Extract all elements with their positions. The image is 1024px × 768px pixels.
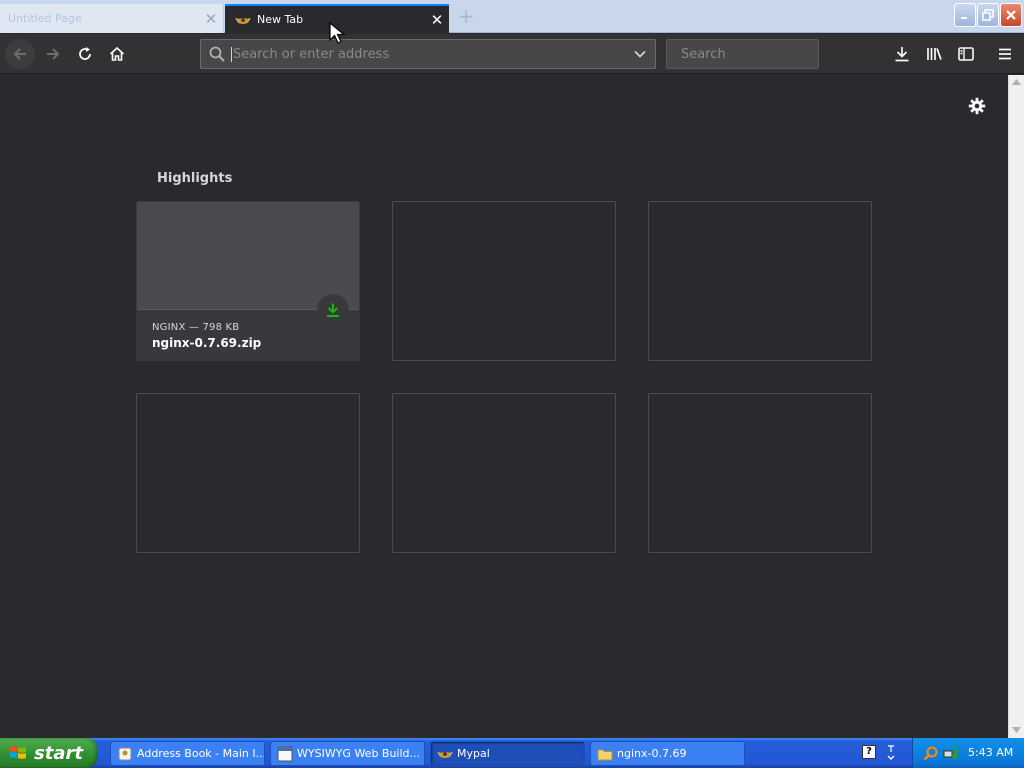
download-badge — [317, 294, 349, 326]
chevron-down-icon[interactable] — [886, 744, 896, 762]
taskbar-item-label: Address Book - Main I... — [137, 747, 265, 760]
text-cursor — [231, 46, 232, 62]
tab-untitled-page[interactable]: Untitled Page ✕ — [0, 4, 224, 33]
chevron-down-icon[interactable] — [633, 47, 647, 61]
section-title: Highlights — [157, 171, 233, 186]
scroll-up-icon[interactable] — [1012, 79, 1021, 85]
search-input[interactable] — [681, 46, 851, 62]
network-icon[interactable] — [943, 745, 959, 761]
highlight-card[interactable]: NGINX — 798 KB nginx-0.7.69.zip — [136, 201, 360, 361]
close-icon[interactable]: ✕ — [199, 7, 223, 31]
customize-button[interactable] — [966, 95, 988, 117]
scroll-down-icon[interactable] — [1012, 727, 1021, 733]
address-bar[interactable] — [200, 39, 656, 69]
card-thumbnail — [137, 202, 359, 310]
minimize-button[interactable] — [954, 3, 976, 27]
mypal-icon — [235, 12, 251, 28]
taskbar-item-label: Mypal — [457, 747, 490, 760]
new-tab-button[interactable]: + — [455, 6, 477, 28]
reload-icon — [79, 47, 91, 60]
magnifier-icon[interactable] — [923, 745, 939, 761]
mouse-cursor-icon — [329, 22, 346, 44]
taskbar: start Address Book - Main I... WYSIWYG W… — [0, 738, 1024, 768]
back-button[interactable] — [5, 39, 35, 69]
menu-icon — [999, 48, 1011, 60]
start-button[interactable]: start — [0, 738, 98, 768]
navigation-toolbar — [0, 34, 1024, 74]
windows-logo-icon — [10, 746, 26, 759]
close-icon — [1006, 10, 1016, 20]
taskbar-item-wysiwyg[interactable]: WYSIWYG Web Build... — [270, 741, 425, 766]
address-input[interactable] — [233, 46, 633, 62]
sidebar-icon — [958, 47, 974, 61]
empty-highlight-slot — [392, 393, 616, 553]
vertical-scrollbar[interactable] — [1008, 75, 1024, 738]
taskbar-item-label: WYSIWYG Web Build... — [297, 747, 421, 760]
library-button[interactable] — [923, 43, 945, 65]
empty-highlight-slot — [136, 393, 360, 553]
tab-label: Untitled Page — [8, 12, 82, 25]
search-bar[interactable] — [666, 39, 851, 69]
download-icon — [895, 47, 909, 62]
start-label: start — [34, 742, 83, 764]
close-window-button[interactable] — [1000, 3, 1022, 27]
downloads-button[interactable] — [891, 43, 913, 65]
close-icon[interactable]: ✕ — [425, 8, 449, 32]
restore-button[interactable] — [977, 3, 999, 27]
system-tray: 5:43 AM — [912, 738, 1024, 768]
forward-button[interactable] — [38, 39, 68, 69]
empty-highlight-slot — [648, 201, 872, 361]
minimize-icon — [961, 17, 967, 19]
mypal-icon — [437, 746, 453, 762]
reload-button[interactable] — [70, 39, 100, 69]
sidebar-button[interactable] — [955, 43, 977, 65]
empty-highlight-slot — [392, 201, 616, 361]
tab-strip: Untitled Page ✕ New Tab ✕ + — [0, 0, 1024, 33]
gear-icon — [968, 97, 986, 115]
menu-button[interactable] — [994, 43, 1016, 65]
taskbar-item-label: nginx-0.7.69 — [617, 747, 687, 760]
back-icon — [13, 48, 26, 60]
card-context: NGINX — 798 KB — [152, 322, 240, 333]
help-icon[interactable]: ? — [862, 745, 876, 759]
taskbar-item-mypal[interactable]: Mypal — [430, 741, 585, 766]
wysiwyg-icon — [277, 746, 293, 762]
restore-icon — [982, 9, 994, 21]
new-tab-page: Highlights NGINX — 798 KB nginx-0.7.69.z… — [0, 75, 1008, 738]
forward-icon — [47, 48, 60, 60]
address-book-icon — [117, 746, 133, 762]
taskbar-item-nginx-folder[interactable]: nginx-0.7.69 — [590, 741, 745, 766]
screen: Untitled Page ✕ New Tab ✕ + Search or en… — [0, 0, 1024, 768]
clock[interactable]: 5:43 AM — [968, 746, 1013, 759]
library-icon — [927, 48, 942, 60]
home-icon — [109, 46, 125, 61]
empty-highlight-slot — [648, 393, 872, 553]
taskbar-item-address-book[interactable]: Address Book - Main I... — [110, 741, 265, 766]
download-icon — [327, 303, 339, 317]
home-button[interactable] — [102, 39, 132, 69]
search-icon — [209, 46, 225, 62]
folder-icon — [597, 746, 613, 762]
card-title: nginx-0.7.69.zip — [152, 336, 262, 350]
